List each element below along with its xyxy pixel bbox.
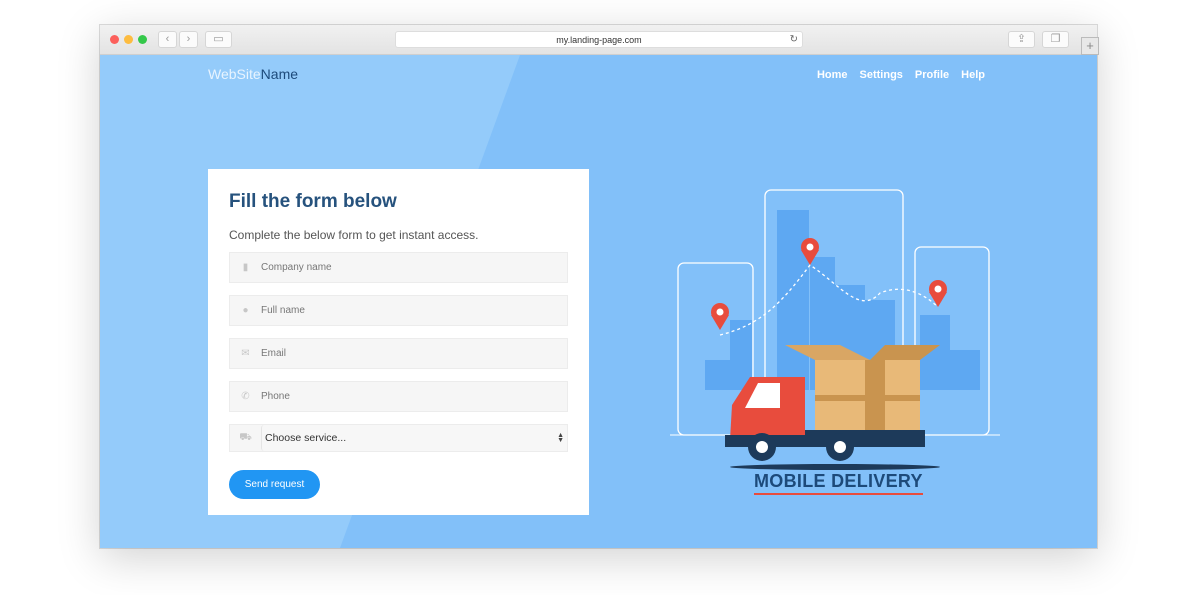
email-input[interactable]: ✉ Email — [229, 338, 568, 369]
nav-settings[interactable]: Settings — [860, 69, 903, 81]
send-request-button[interactable]: Send request — [229, 470, 320, 499]
site-logo[interactable]: WebSiteName — [208, 66, 298, 82]
nav-home[interactable]: Home — [817, 69, 848, 81]
placeholder: Company name — [261, 262, 332, 273]
full-name-input[interactable]: ● Full name — [229, 295, 568, 326]
illustration-caption: MOBILE DELIVERY — [754, 471, 923, 495]
browser-toolbar: ‹ › ▭ my.landing-page.com ↻ ⇪ ❐ + — [100, 25, 1099, 55]
nav-help[interactable]: Help — [961, 69, 985, 81]
minimize-window-button[interactable] — [124, 35, 133, 44]
delivery-illustration — [670, 189, 1000, 470]
main-nav: Home Settings Profile Help — [817, 69, 985, 81]
company-name-input[interactable]: ▮ Company name — [229, 252, 568, 283]
browser-window: ‹ › ▭ my.landing-page.com ↻ ⇪ ❐ + WebSite… — [100, 25, 1099, 548]
placeholder: Full name — [261, 305, 305, 316]
form-title: Fill the form below — [229, 191, 397, 212]
placeholder: Email — [261, 348, 287, 359]
select-arrows-icon: ▲ ▼ — [557, 432, 564, 444]
signup-form-card: Fill the form below Complete the below f… — [208, 169, 589, 515]
url-text: my.landing-page.com — [556, 35, 642, 45]
tabs-icon[interactable]: ❐ — [1042, 31, 1069, 48]
truck-icon: ⛟ — [239, 431, 252, 443]
close-window-button[interactable] — [110, 35, 119, 44]
form-subtitle: Complete the below form to get instant a… — [229, 228, 479, 242]
sidebar-toggle-icon[interactable]: ▭ — [205, 31, 232, 48]
select-value: Choose service... — [265, 432, 347, 444]
user-icon: ● — [242, 305, 249, 316]
logo-part2: Name — [260, 66, 299, 82]
reload-icon[interactable]: ↻ — [790, 32, 798, 48]
share-icon[interactable]: ⇪ — [1008, 31, 1035, 48]
phone-icon: ✆ — [241, 391, 250, 402]
address-bar[interactable]: my.landing-page.com ↻ — [395, 31, 803, 48]
envelope-icon: ✉ — [241, 348, 250, 359]
building-icon: ▮ — [242, 262, 249, 273]
maximize-window-button[interactable] — [138, 35, 147, 44]
logo-part1: WebSite — [208, 66, 261, 82]
back-button[interactable]: ‹ — [158, 31, 177, 48]
nav-profile[interactable]: Profile — [915, 69, 949, 81]
page-content: WebSiteName Home Settings Profile Help F… — [100, 55, 1097, 548]
placeholder: Phone — [261, 391, 290, 402]
phone-input[interactable]: ✆ Phone — [229, 381, 568, 412]
service-select[interactable]: Choose service... ▲ ▼ — [261, 425, 567, 451]
forward-button[interactable]: › — [179, 31, 198, 48]
service-select-group: ⛟ Choose service... ▲ ▼ — [229, 424, 568, 452]
new-tab-button[interactable]: + — [1081, 37, 1099, 55]
